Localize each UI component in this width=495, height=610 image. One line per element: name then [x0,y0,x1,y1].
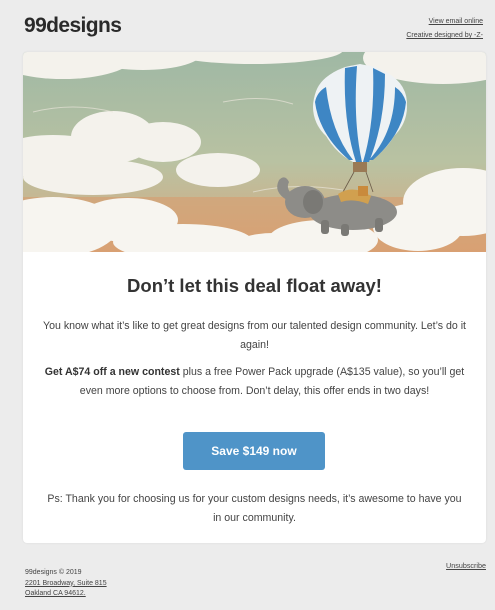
footer-info: 99designs © 2019 2201 Broadway, Suite 81… [25,568,107,600]
intro-text: You know what it’s like to get great des… [43,320,467,351]
hero-image [23,52,486,252]
view-email-online-link[interactable]: View email online [406,15,483,29]
email-header: 99designs View email online Creative des… [0,0,495,52]
unsubscribe-link[interactable]: Unsubscribe [446,561,486,570]
footer-copyright: 99designs © 2019 [25,569,82,576]
footer-address-line2[interactable]: Oakland CA 94612. [25,589,107,600]
logo[interactable]: 99designs [24,14,122,38]
offer-text: Get A$74 off a new contest plus a free P… [43,363,466,400]
footer-address-line1[interactable]: 2201 Broadway, Suite 815 [25,579,107,590]
offer-highlight: Get A$74 off a new contest [44,366,180,378]
save-now-button[interactable]: Save $149 now [183,432,325,470]
headline: Don’t let this deal float away! [127,275,382,296]
ps-text: Ps: Thank you for choosing us for your c… [47,493,462,524]
header-links: View email online Creative designed by -… [406,15,483,43]
creative-credit-link[interactable]: Creative designed by -Z- [406,29,483,43]
hero-illustration [23,52,486,252]
email-card: Don’t let this deal float away! You know… [23,52,486,543]
